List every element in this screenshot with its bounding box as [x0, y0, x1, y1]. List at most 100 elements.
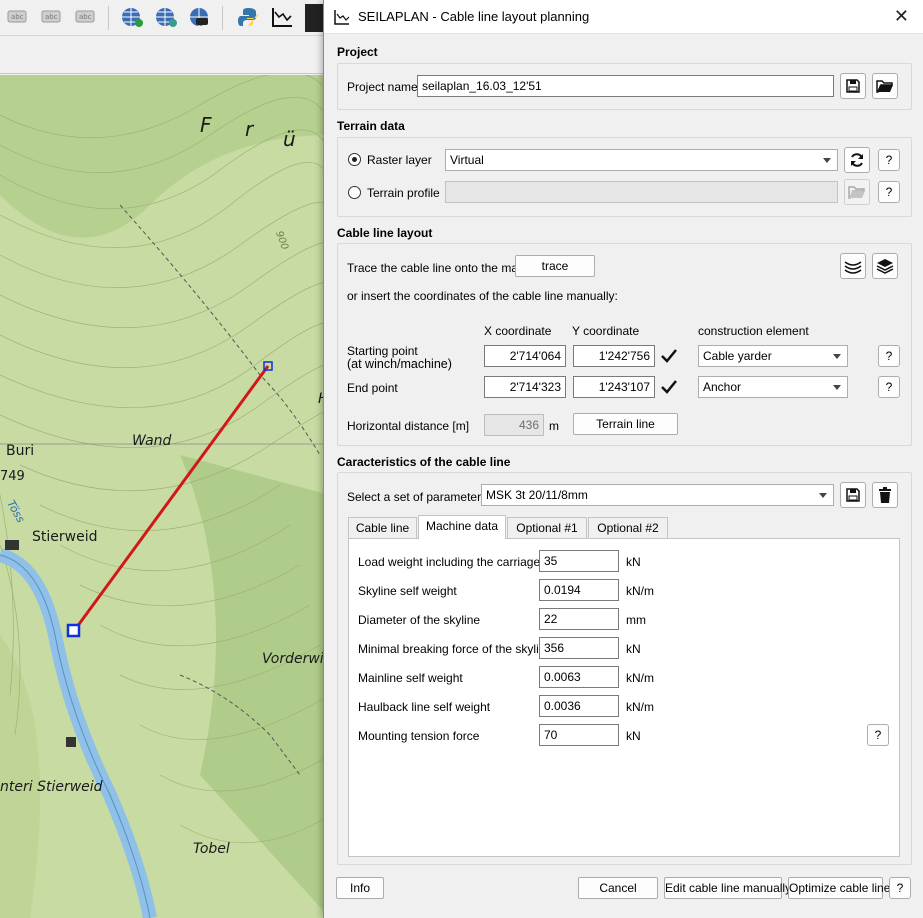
- load-weight-input[interactable]: 35: [539, 550, 619, 572]
- end-element-help-button[interactable]: ?: [878, 376, 900, 398]
- layers-icon: [876, 259, 894, 274]
- save-icon: [846, 488, 860, 502]
- label-edit-icon[interactable]: abc: [74, 6, 98, 28]
- load-weight-unit: kN: [626, 555, 641, 569]
- tab-optional-1[interactable]: Optional #1: [507, 517, 587, 539]
- tab-cable-line[interactable]: Cable line: [348, 517, 417, 539]
- save-parameters-button[interactable]: [840, 482, 866, 508]
- open-project-button[interactable]: [872, 73, 898, 99]
- x-coordinate-header: X coordinate: [484, 324, 552, 338]
- profile-help-button[interactable]: ?: [878, 181, 900, 203]
- terrain-line-button[interactable]: Terrain line: [573, 413, 678, 435]
- label-tool-icon[interactable]: abc: [6, 6, 30, 28]
- mainline-self-weight-input[interactable]: 0.0063: [539, 666, 619, 688]
- svg-text:abc: abc: [11, 13, 24, 21]
- edit-cable-line-button[interactable]: Edit cable line manually: [664, 877, 791, 899]
- skyline-diameter-input[interactable]: 22: [539, 608, 619, 630]
- raster-layer-value: Virtual: [450, 153, 484, 167]
- start-element-help-button[interactable]: ?: [878, 345, 900, 367]
- seilaplan-app-icon: [334, 9, 350, 25]
- label-pin-icon[interactable]: abc: [40, 6, 64, 28]
- machine-data-help-button[interactable]: ?: [867, 724, 889, 746]
- seilaplan-dialog: SEILAPLAN - Cable line layout planning ✕…: [323, 0, 923, 918]
- trash-icon: [879, 487, 891, 503]
- map-canvas[interactable]: F r ü 900 Wand Buri 749 Töss Stierweid V…: [0, 75, 330, 918]
- dialog-titlebar: SEILAPLAN - Cable line layout planning ✕: [324, 0, 923, 34]
- section-terrain-title: Terrain data: [337, 119, 405, 133]
- globe-search-icon[interactable]: [154, 6, 178, 28]
- start-point-sublabel: (at winch/machine): [347, 357, 452, 371]
- end-point-label: End point: [347, 381, 398, 395]
- horizontal-distance-unit: m: [549, 419, 559, 433]
- globe-binoculars-icon[interactable]: [188, 6, 212, 28]
- start-element-combo[interactable]: Cable yarder: [698, 345, 848, 367]
- end-element-combo[interactable]: Anchor: [698, 376, 848, 398]
- save-project-button[interactable]: [840, 73, 866, 99]
- seilaplan-icon[interactable]: [270, 6, 294, 28]
- end-x-input[interactable]: 2'714'323: [484, 376, 566, 398]
- terrain-profile-input[interactable]: [445, 181, 838, 203]
- footer-help-button[interactable]: ?: [889, 877, 911, 899]
- raster-layer-label: Raster layer: [367, 153, 432, 167]
- haulback-self-weight-unit: kN/m: [626, 700, 654, 714]
- layers-button[interactable]: [872, 253, 898, 279]
- close-icon[interactable]: ✕: [894, 6, 909, 27]
- parameter-set-value: MSK 3t 20/11/8mm: [486, 488, 588, 502]
- python-icon[interactable]: [236, 6, 260, 28]
- end-element-value: Anchor: [703, 380, 742, 394]
- project-name-input[interactable]: seilaplan_16.03_12'51: [417, 75, 834, 97]
- mounting-tension-input[interactable]: 70: [539, 724, 619, 746]
- cable-line: [72, 365, 270, 632]
- parameter-set-combo[interactable]: MSK 3t 20/11/8mm: [481, 484, 834, 506]
- start-point-label: Starting point: [347, 344, 418, 358]
- skyline-self-weight-unit: kN/m: [626, 584, 654, 598]
- cancel-button[interactable]: Cancel: [578, 877, 658, 899]
- optimize-cable-line-button[interactable]: Optimize cable line: [788, 877, 890, 899]
- save-icon: [846, 79, 860, 93]
- raster-layer-combo[interactable]: Virtual: [445, 149, 838, 171]
- y-coordinate-header: Y coordinate: [572, 324, 640, 338]
- terrain-profile-radio[interactable]: [348, 186, 361, 199]
- start-x-input[interactable]: 2'714'064: [484, 345, 566, 367]
- raster-layer-radio[interactable]: [348, 153, 361, 166]
- info-button[interactable]: Info: [336, 877, 384, 899]
- haulback-self-weight-label: Haulback line self weight: [358, 700, 491, 714]
- breaking-force-label: Minimal breaking force of the skyline: [358, 642, 553, 656]
- tab-machine-data[interactable]: Machine data: [418, 515, 506, 539]
- terrain-group: Raster layer Virtual ? Terrain profile ?: [337, 137, 912, 217]
- mainline-self-weight-unit: kN/m: [626, 671, 654, 685]
- globe-add-icon[interactable]: [120, 6, 144, 28]
- section-characteristics-title: Caracteristics of the cable line: [337, 455, 511, 469]
- section-layout-title: Cable line layout: [337, 226, 433, 240]
- skyline-self-weight-input[interactable]: 0.0194: [539, 579, 619, 601]
- trace-label: Trace the cable line onto the map: [347, 261, 525, 275]
- chevron-down-icon: [833, 354, 841, 359]
- layout-group: Trace the cable line onto the map trace …: [337, 243, 912, 446]
- end-y-input[interactable]: 1'243'107: [573, 376, 655, 398]
- refresh-icon: [851, 153, 863, 167]
- section-project-title: Project: [337, 45, 378, 59]
- start-point-marker[interactable]: [66, 623, 81, 638]
- delete-parameters-button[interactable]: [872, 482, 898, 508]
- folder-open-icon: [848, 186, 865, 199]
- load-weight-label: Load weight including the carriage: [358, 555, 541, 569]
- skyline-diameter-label: Diameter of the skyline: [358, 613, 481, 627]
- manual-coordinates-label: or insert the coordinates of the cable l…: [347, 289, 618, 303]
- parameter-set-label: Select a set of parameters: [347, 490, 488, 504]
- start-element-value: Cable yarder: [703, 349, 772, 363]
- contour-layers-icon: [844, 261, 862, 274]
- folder-open-icon: [876, 80, 893, 93]
- layer-toggle-button[interactable]: [840, 253, 866, 279]
- svg-text:abc: abc: [45, 13, 58, 21]
- tab-optional-2[interactable]: Optional #2: [588, 517, 668, 539]
- trace-button[interactable]: trace: [515, 255, 595, 277]
- refresh-raster-button[interactable]: [844, 147, 870, 173]
- breaking-force-input[interactable]: 356: [539, 637, 619, 659]
- open-profile-button[interactable]: [844, 179, 870, 205]
- machine-data-pane: Load weight including the carriage 35 kN…: [348, 538, 900, 857]
- haulback-self-weight-input[interactable]: 0.0036: [539, 695, 619, 717]
- end-valid-check-icon: [661, 380, 677, 394]
- cable-line-overlay: [66, 361, 273, 638]
- start-y-input[interactable]: 1'242'756: [573, 345, 655, 367]
- raster-help-button[interactable]: ?: [878, 149, 900, 171]
